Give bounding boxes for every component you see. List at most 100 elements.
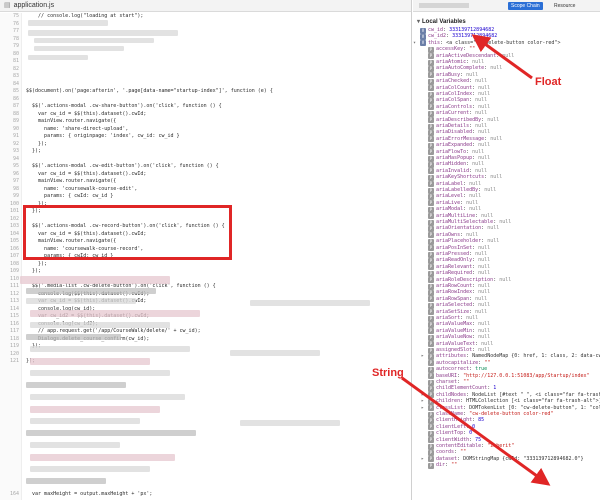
property-value: null [478, 347, 491, 353]
line-number[interactable]: 98 [0, 186, 19, 193]
line-number[interactable]: 75 [0, 13, 19, 20]
property-name: children [436, 398, 461, 405]
line-number[interactable]: 79 [0, 43, 19, 50]
redacted-code [28, 20, 108, 26]
property-value: 0 [472, 423, 476, 430]
code-text: params: { cwId: cw_id } [26, 193, 114, 199]
line-number[interactable]: 105 [0, 238, 19, 245]
line-number[interactable]: 93 [0, 148, 19, 155]
property-name: clientTop [436, 430, 464, 437]
line-number[interactable]: 121 [0, 358, 19, 365]
line-number[interactable]: 89 [0, 118, 19, 125]
code-line: 87 $$('.actions-modal .cw-share-button')… [0, 103, 411, 110]
tab-scope-chain[interactable]: Scope Chain [508, 2, 543, 10]
property-value: null [475, 97, 488, 104]
property-name: ariaPosInSet [436, 244, 473, 251]
line-number[interactable]: 82 [0, 66, 19, 73]
line-number[interactable]: 96 [0, 171, 19, 178]
property-value: "" [484, 359, 491, 366]
property-name: accessKey [436, 46, 464, 53]
line-number[interactable]: 120 [0, 351, 19, 358]
property-name: autocorrect [436, 366, 470, 373]
line-number[interactable]: 94 [0, 156, 19, 163]
tab-resource[interactable]: Resource [551, 2, 578, 10]
line-number[interactable]: 116 [0, 321, 19, 328]
disclosure-triangle-icon: ▾ [417, 19, 421, 25]
string-annotation-label: String [372, 367, 404, 379]
line-number[interactable]: 78 [0, 36, 19, 43]
line-number[interactable]: 108 [0, 261, 19, 268]
code-text: }); [26, 140, 48, 147]
line-number[interactable]: 104 [0, 231, 19, 238]
property-name: ariaValueText [436, 340, 476, 347]
code-text: // console.log("loading at start"); [26, 13, 144, 19]
line-number[interactable]: 97 [0, 178, 19, 185]
property-name: cw_id2 [428, 33, 447, 40]
line-number[interactable]: 102 [0, 216, 19, 223]
line-number[interactable]: 100 [0, 201, 19, 208]
line-number[interactable]: 91 [0, 133, 19, 140]
line-number[interactable]: 86 [0, 96, 19, 103]
line-number[interactable]: 164 [0, 491, 19, 498]
line-number[interactable]: 88 [0, 111, 19, 118]
line-number[interactable]: 77 [0, 28, 19, 35]
property-value: null [478, 334, 491, 341]
property-name: ariaValueNow [436, 334, 473, 341]
property-name: ariaExpanded [436, 142, 473, 149]
line-number[interactable]: 85 [0, 88, 19, 95]
line-number[interactable]: 109 [0, 268, 19, 275]
line-number[interactable]: 103 [0, 223, 19, 230]
property-name: ariaDescribedBy [436, 116, 482, 123]
property-name: ariaValueMax [436, 321, 473, 328]
property-name: ariaRelevant [436, 263, 473, 270]
line-number[interactable]: 80 [0, 51, 19, 58]
line-number[interactable]: 83 [0, 73, 19, 80]
redacted-code [34, 38, 154, 43]
line-number[interactable]: 119 [0, 343, 19, 350]
line-number[interactable]: 114 [0, 306, 19, 313]
line-number[interactable]: 112 [0, 291, 19, 298]
property-value: null [490, 65, 503, 72]
line-number[interactable]: 111 [0, 283, 19, 290]
scope-panel: Scope Chain Resource ▾ Local Variables Vc… [413, 0, 600, 500]
property-name: ariaControls [436, 103, 473, 110]
line-number[interactable]: 92 [0, 141, 19, 148]
property-value: "" [460, 449, 467, 456]
section-title-label: Local Variables [422, 19, 466, 25]
line-number[interactable]: 95 [0, 163, 19, 170]
property-value: null [466, 231, 479, 238]
property-value: null [481, 340, 494, 347]
line-number[interactable]: 117 [0, 328, 19, 335]
property-value: null [487, 238, 500, 245]
line-number[interactable]: 101 [0, 208, 19, 215]
line-number[interactable]: 84 [0, 81, 19, 88]
line-number[interactable]: 76 [0, 21, 19, 28]
line-number[interactable]: 110 [0, 276, 19, 283]
line-number[interactable]: 115 [0, 313, 19, 320]
line-number[interactable]: 106 [0, 246, 19, 253]
property-name: ariaReadOnly [436, 257, 473, 264]
line-number[interactable]: 87 [0, 103, 19, 110]
property-value: null [472, 59, 485, 65]
property-icon: P [428, 462, 434, 469]
property-row[interactable]: Pdir: "" [413, 462, 600, 469]
file-tab[interactable]: ▤ application.js [4, 1, 54, 9]
code-line: 94 [0, 156, 411, 163]
line-number[interactable]: 118 [0, 336, 19, 343]
code-line: 108 }); [0, 261, 411, 268]
property-value: null [472, 148, 485, 155]
redacted-code [30, 466, 150, 472]
local-variables-header[interactable]: ▾ Local Variables [417, 18, 466, 25]
property-name: ariaRequired [436, 270, 473, 277]
line-number[interactable]: 90 [0, 126, 19, 133]
line-number[interactable]: 81 [0, 58, 19, 65]
property-name: ariaSort [436, 315, 461, 321]
line-number[interactable]: 107 [0, 253, 19, 260]
code-text: params: { originpage: 'index', cw_id: cw… [26, 133, 180, 139]
redacted-code [28, 30, 178, 36]
line-number[interactable]: 99 [0, 193, 19, 200]
line-number[interactable]: 113 [0, 298, 19, 305]
code-text: var cw_id = $$(this).dataset().cwId; [26, 110, 147, 117]
redacted-code [30, 418, 140, 424]
property-value: null [475, 295, 488, 302]
